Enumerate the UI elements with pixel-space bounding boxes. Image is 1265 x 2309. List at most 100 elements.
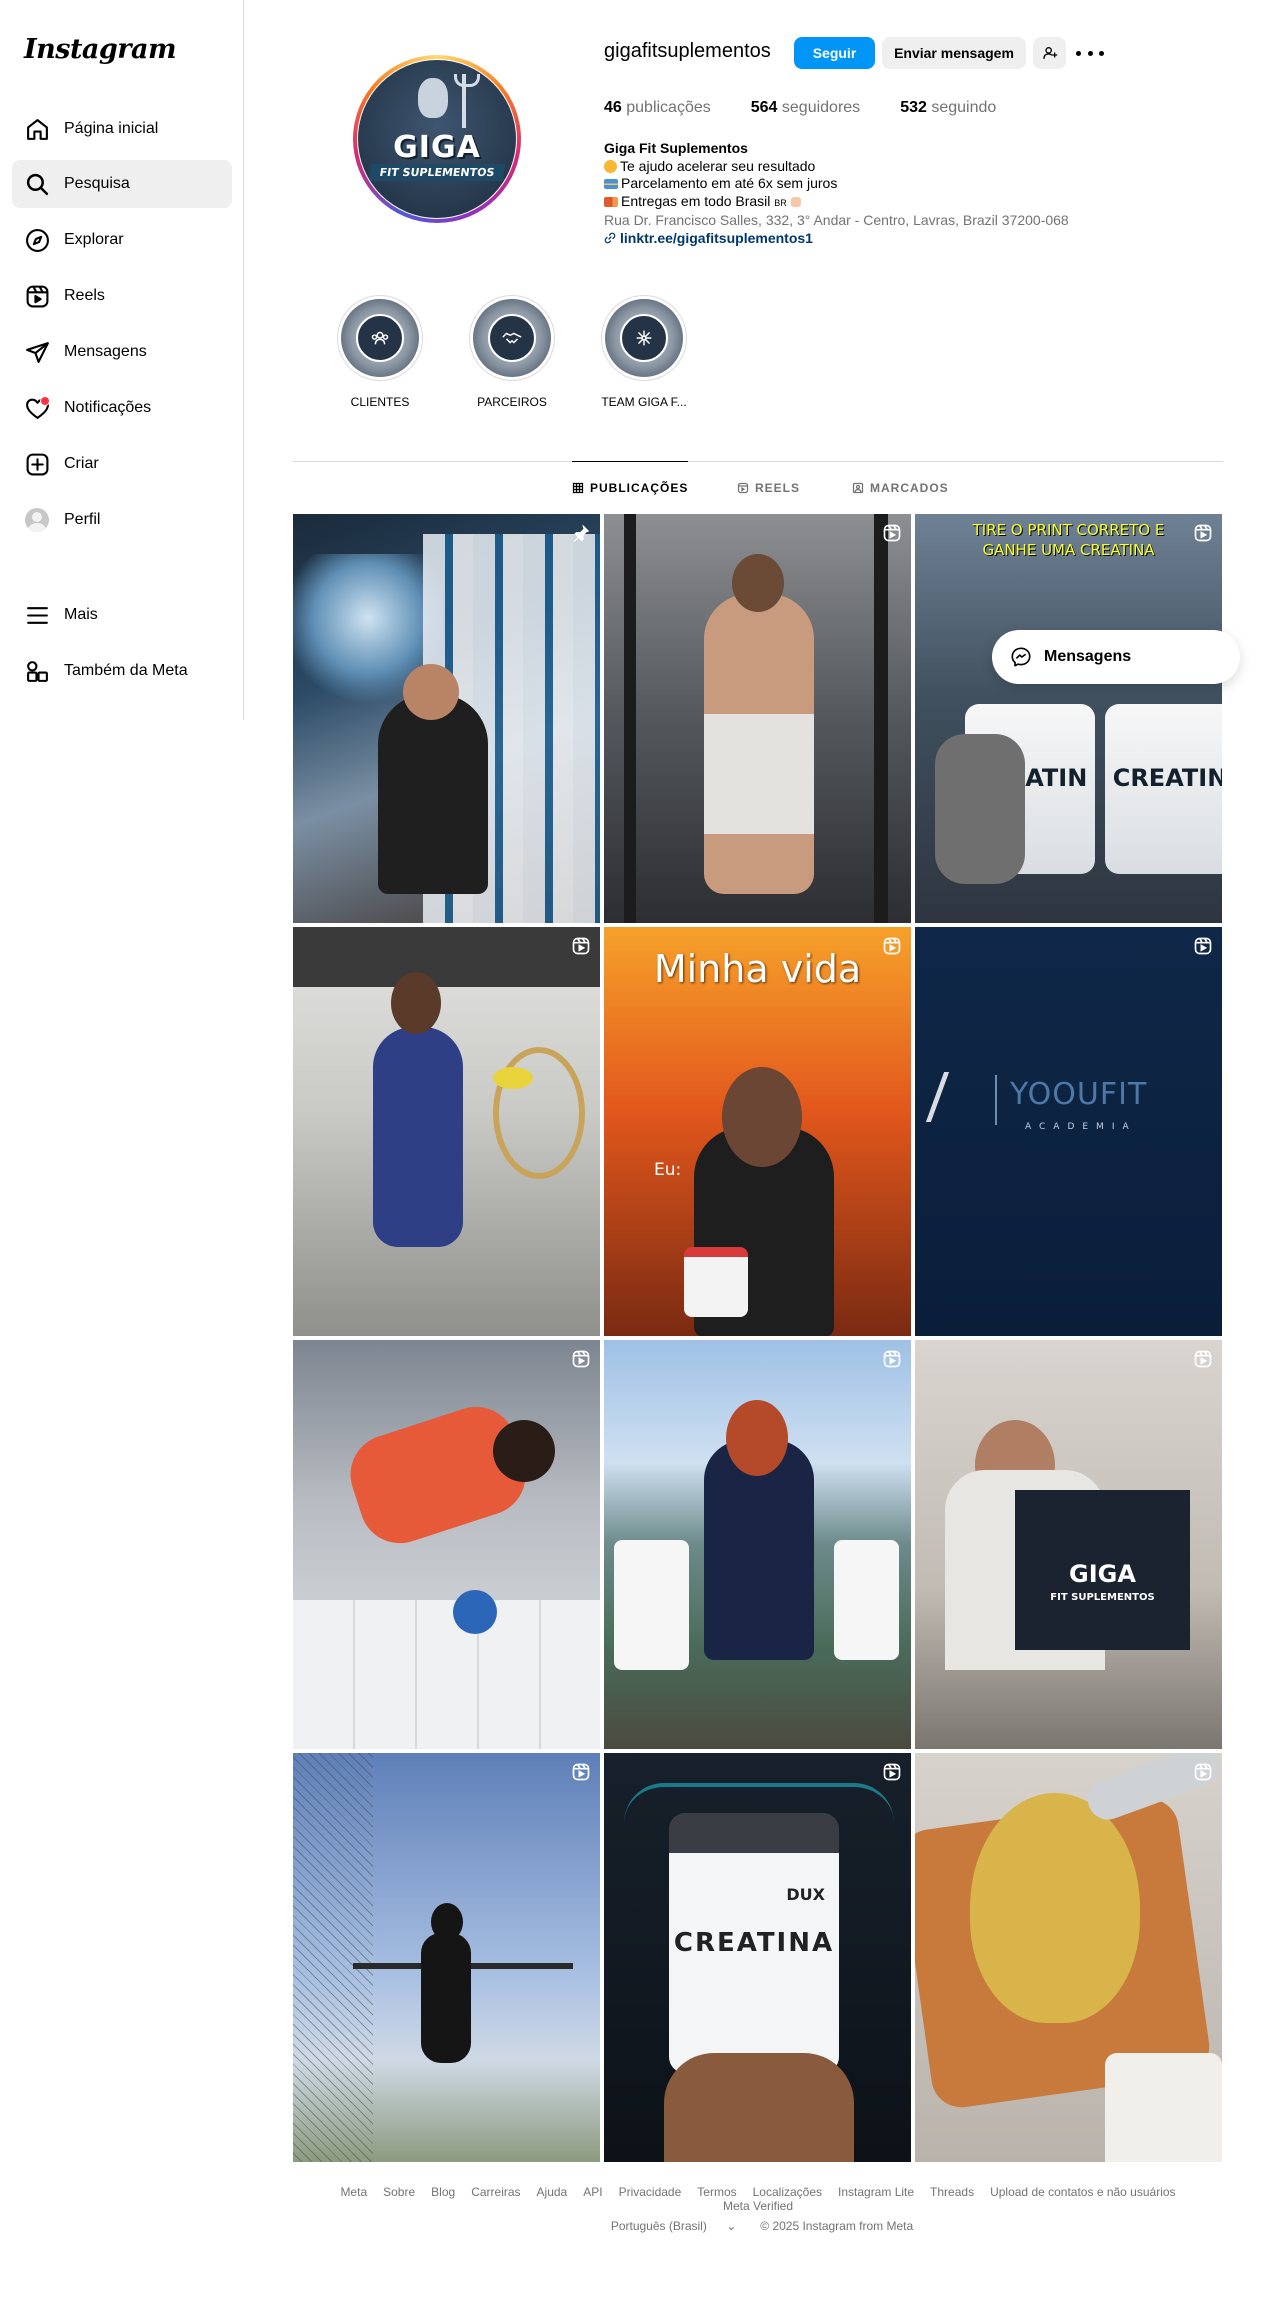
post-overlay-text-secondary: Eu: <box>654 1160 682 1180</box>
sidebar-item-reels[interactable]: Reels <box>12 272 232 320</box>
highlight-ring <box>601 295 687 381</box>
spread-on-toast <box>970 1793 1140 2023</box>
language-selector[interactable]: Português (Brasil) ⌄ <box>603 2219 744 2233</box>
tab-reels[interactable]: REELS <box>737 462 800 514</box>
product-jar <box>1105 2053 1222 2162</box>
reel-indicator-icon <box>1193 1762 1213 1782</box>
followers-stat[interactable]: 564 seguidores <box>751 99 860 117</box>
bio-address[interactable]: Rua Dr. Francisco Salles, 332, 3° Andar … <box>604 212 1164 230</box>
posts-stat: 46 publicações <box>604 99 711 116</box>
post-tile[interactable]: GIGA FIT SUPLEMENTOS <box>915 1340 1222 1749</box>
sidebar: Instagram Página inicial Pesquisa Explor… <box>0 0 244 720</box>
profile-avatar[interactable]: GIGA FIT SUPLEMENTOS <box>353 55 521 223</box>
reel-indicator-icon <box>882 523 902 543</box>
group-icon <box>356 314 404 362</box>
sidebar-item-home[interactable]: Página inicial <box>12 105 232 153</box>
sidebar-item-search[interactable]: Pesquisa <box>12 160 232 208</box>
profile-logo-image: GIGA FIT SUPLEMENTOS <box>358 60 516 218</box>
notification-dot <box>40 396 50 406</box>
sidebar-item-explore[interactable]: Explorar <box>12 216 232 264</box>
sidebar-item-create[interactable]: Criar <box>12 440 232 488</box>
instagram-logo[interactable]: Instagram <box>24 34 177 65</box>
post-tile[interactable]: TIRE O PRINT CORRETO E GANHE UMA CREATIN… <box>915 514 1222 923</box>
post-overlay-text: YOOUFIT <box>1010 1077 1148 1112</box>
tshirt-print-text: GIGA <box>1069 1560 1136 1588</box>
floating-messages-button[interactable]: Mensagens <box>992 630 1240 684</box>
highlight-clientes[interactable]: CLIENTES <box>335 295 425 409</box>
footer-link[interactable]: Blog <box>431 2185 455 2199</box>
search-icon <box>24 171 50 197</box>
post-tile[interactable] <box>293 1753 600 2162</box>
follow-button[interactable]: Seguir <box>794 37 875 69</box>
tshirt-print-subtext: FIT SUPLEMENTOS <box>1050 1592 1155 1603</box>
sidebar-item-also-from-meta[interactable]: Também da Meta <box>12 647 232 695</box>
person-head <box>732 554 784 612</box>
post-overlay-text: TIRE O PRINT CORRETO E GANHE UMA CREATIN… <box>972 521 1165 559</box>
reel-indicator-icon <box>1193 523 1213 543</box>
menu-icon <box>24 602 50 628</box>
tab-posts[interactable]: PUBLICAÇÕES <box>572 461 689 514</box>
sidebar-item-notifications[interactable]: Notificações <box>12 384 232 432</box>
following-stat[interactable]: 532 seguindo <box>900 99 996 117</box>
footer-link[interactable]: Meta Verified <box>723 2199 793 2213</box>
shopping-bag <box>834 1540 899 1660</box>
footer-link[interactable]: Termos <box>697 2185 736 2199</box>
person-figure <box>378 694 488 894</box>
suggested-accounts-button[interactable] <box>1033 37 1066 69</box>
person-head <box>493 1420 555 1482</box>
footer-link[interactable]: Sobre <box>383 2185 415 2199</box>
post-tile[interactable]: Minha vida Eu: <box>604 927 911 1336</box>
sidebar-item-label: Pesquisa <box>64 175 130 192</box>
highlight-ring <box>337 295 423 381</box>
footer-link[interactable]: Instagram Lite <box>838 2185 914 2199</box>
tab-tagged[interactable]: MARCADOS <box>852 462 949 514</box>
highlight-parceiros[interactable]: PARCEIROS <box>467 295 557 409</box>
compass-icon <box>24 227 50 253</box>
messenger-icon <box>1011 647 1031 667</box>
reel-indicator-icon <box>1193 936 1213 956</box>
yooufit-logo-mark <box>925 1072 980 1122</box>
highlight-team-giga[interactable]: TEAM GIGA F... <box>599 295 689 409</box>
product-label: CREATIN <box>1112 764 1222 792</box>
credit-card-emoji <box>604 179 618 189</box>
footer-links: Meta Sobre Blog Carreiras Ajuda API Priv… <box>293 2185 1223 2213</box>
footer-link[interactable]: Threads <box>930 2185 974 2199</box>
footer-link[interactable]: Ajuda <box>537 2185 568 2199</box>
bio-external-link[interactable]: linktr.ee/gigafitsuplementos1 <box>604 230 1164 248</box>
sidebar-item-messages[interactable]: Mensagens <box>12 328 232 376</box>
footer-link[interactable]: Localizações <box>753 2185 822 2199</box>
person-head <box>431 1903 463 1941</box>
product-jar: CREATIN <box>1105 704 1222 874</box>
post-tile[interactable] <box>604 514 911 923</box>
product-jar: CREATINA DUX <box>669 1813 839 2073</box>
post-tile[interactable]: YOOUFIT ACADEMIA <box>915 927 1222 1336</box>
logo-divider <box>995 1075 997 1125</box>
reel-indicator-icon <box>571 1349 591 1369</box>
network-icon <box>620 314 668 362</box>
footer-link[interactable]: Upload de contatos e não usuários <box>990 2185 1175 2199</box>
post-tile[interactable] <box>293 514 600 923</box>
post-tile[interactable] <box>293 1340 600 1749</box>
post-tile[interactable] <box>604 1340 911 1749</box>
highlight-label: PARCEIROS <box>477 395 547 409</box>
post-tile[interactable] <box>915 1753 1222 2162</box>
footer-link[interactable]: Carreiras <box>471 2185 520 2199</box>
sidebar-item-profile[interactable]: Perfil <box>12 496 232 544</box>
send-message-button[interactable]: Enviar mensagem <box>882 37 1026 69</box>
trident-graphic <box>454 74 480 128</box>
grid-icon <box>572 482 584 494</box>
footer-link[interactable]: API <box>583 2185 602 2199</box>
footer-link[interactable]: Meta <box>340 2185 367 2199</box>
bio-line: Entregas em todo Brasil BR <box>604 193 1164 213</box>
post-tile[interactable] <box>293 927 600 1336</box>
sidebar-item-more[interactable]: Mais <box>12 591 232 639</box>
more-options-icon[interactable] <box>1076 44 1104 62</box>
footer-link[interactable]: Privacidade <box>619 2185 682 2199</box>
product-brand: DUX <box>786 1885 825 1904</box>
post-tile[interactable]: CREATINA DUX <box>604 1753 911 2162</box>
fence-net <box>293 1753 373 2162</box>
profile-bio: Giga Fit Suplementos Te ajudo acelerar s… <box>604 140 1164 247</box>
sidebar-item-label: Mais <box>64 606 98 623</box>
person-figure <box>704 594 814 894</box>
sidebar-item-label: Explorar <box>64 231 124 248</box>
